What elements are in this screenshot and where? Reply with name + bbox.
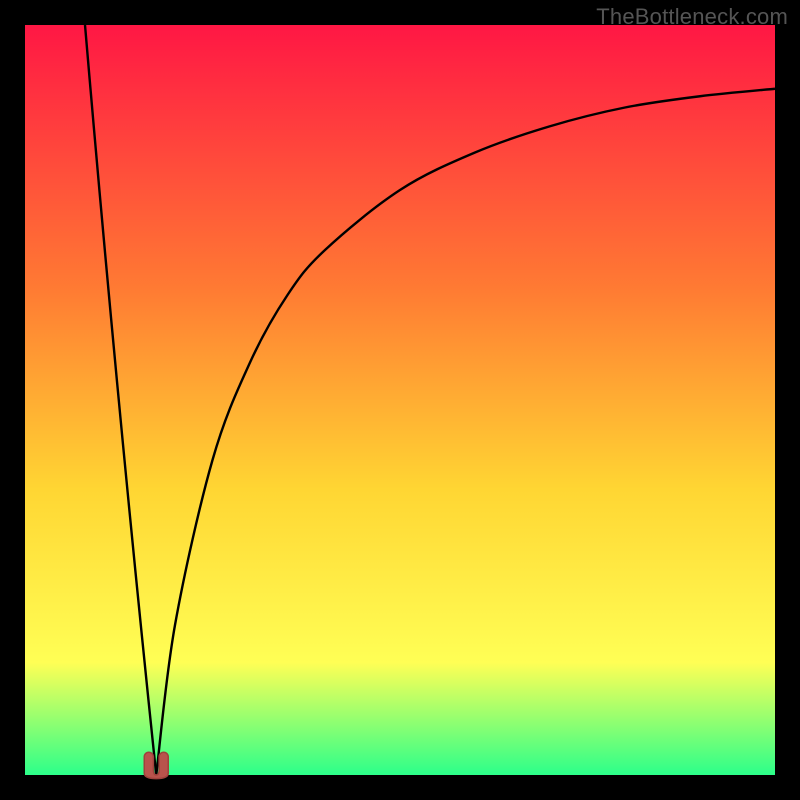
bottleneck-chart: TheBottleneck.com — [0, 0, 800, 800]
plot-background-gradient — [25, 25, 775, 775]
watermark-text: TheBottleneck.com — [596, 4, 788, 30]
chart-svg — [0, 0, 800, 800]
